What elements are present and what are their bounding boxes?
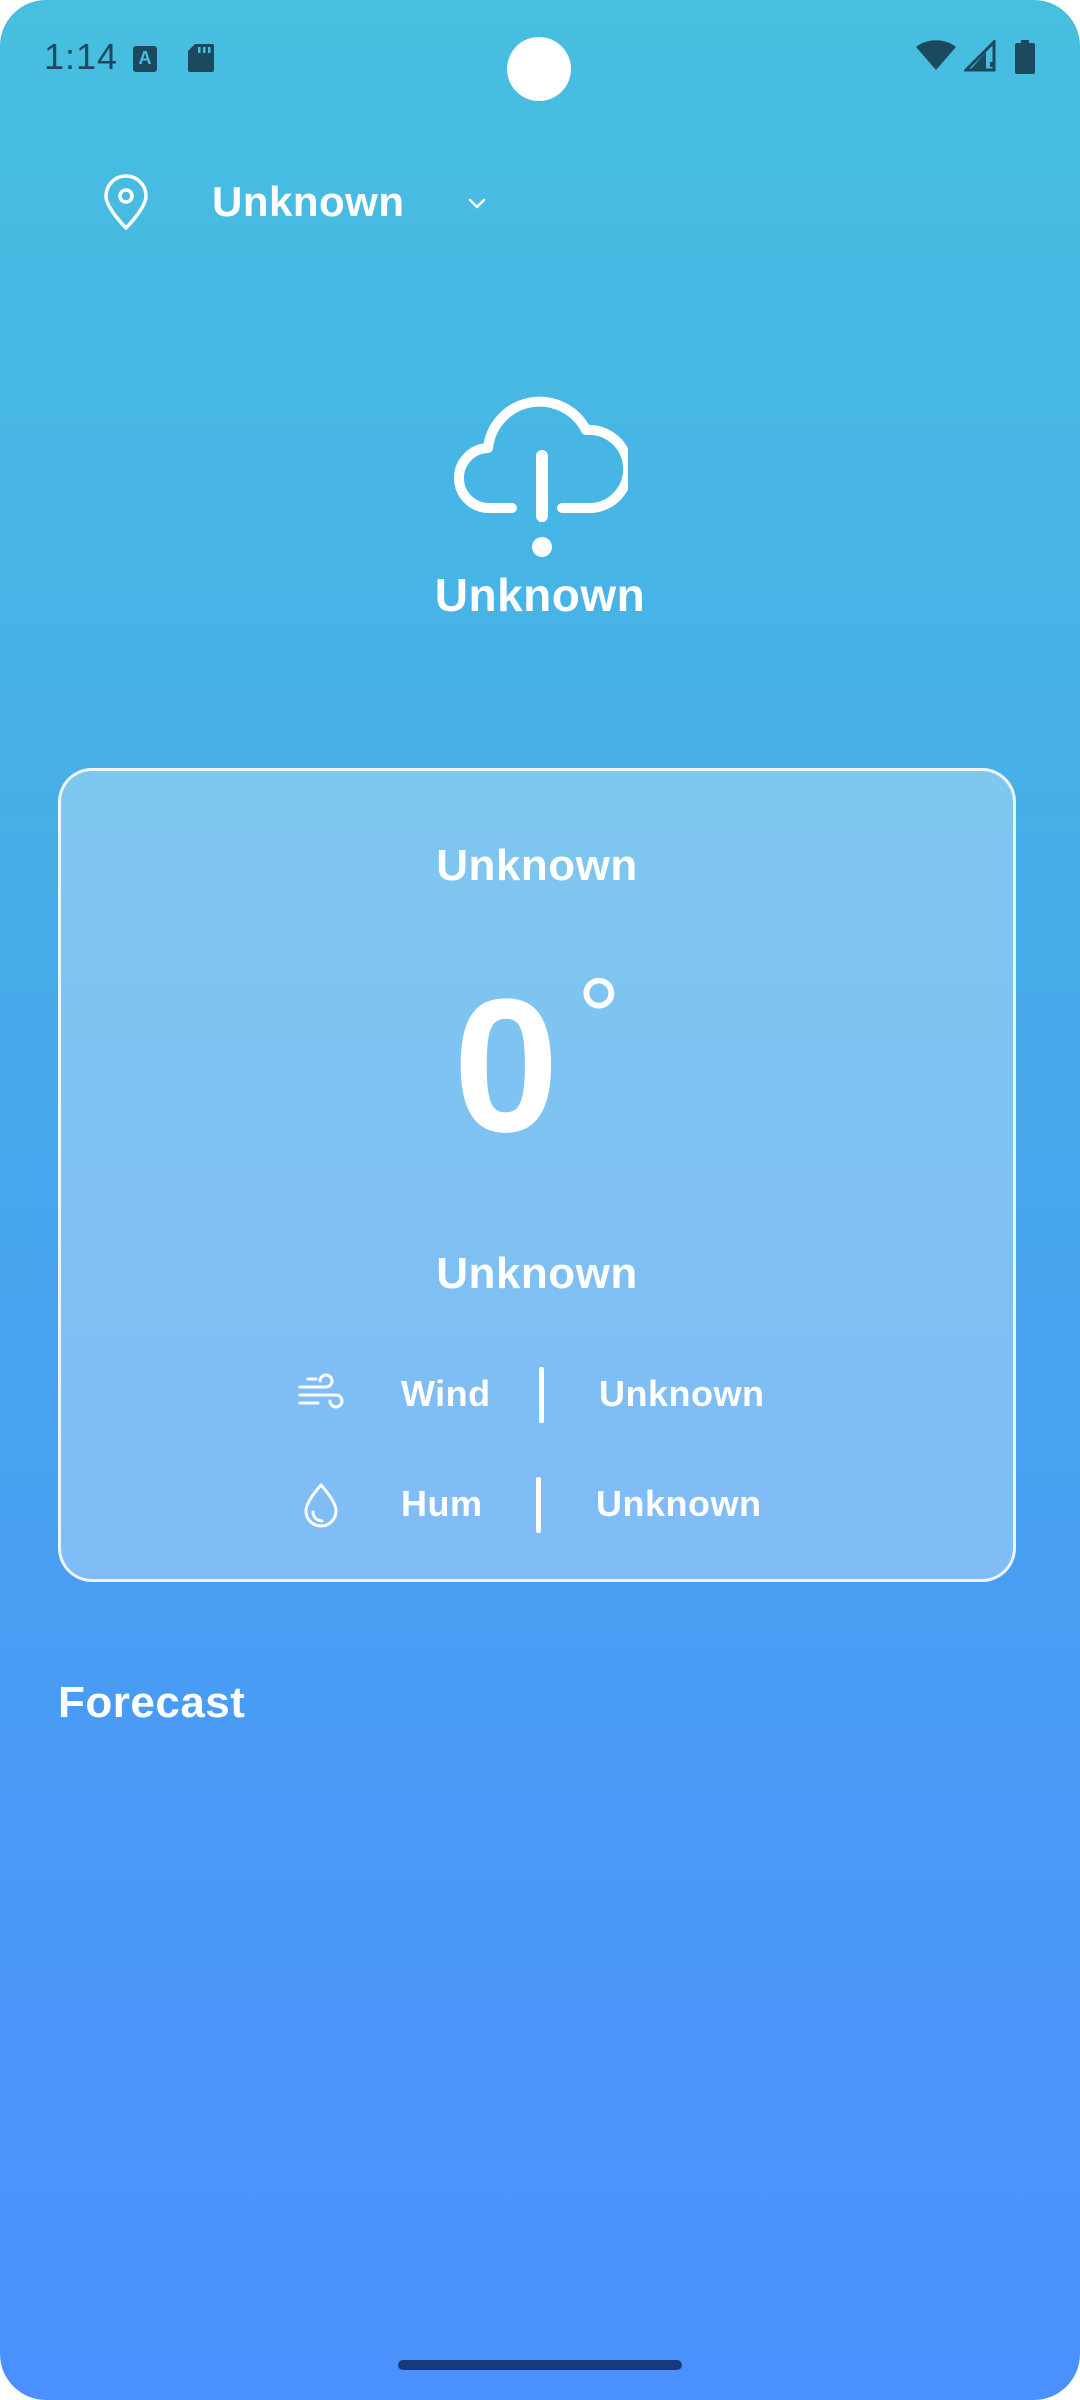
weather-card: Unknown 0 ° Unknown Wind Unknown Hum Unk… bbox=[58, 768, 1016, 1582]
humidity-row: Hum Unknown bbox=[61, 1477, 1013, 1533]
forecast-title: Forecast bbox=[58, 1678, 246, 1727]
chevron-down-icon[interactable] bbox=[466, 192, 488, 214]
wind-label: Wind bbox=[401, 1373, 491, 1414]
wind-value: Unknown bbox=[599, 1373, 765, 1414]
sd-card-icon bbox=[188, 44, 214, 72]
temperature-display: 0 ° bbox=[61, 960, 1013, 1172]
wind-row: Wind Unknown bbox=[61, 1367, 1013, 1423]
weather-screen: 1:14 A Unknown Unknown Unknown 0 ° Unkno… bbox=[0, 0, 1080, 2400]
signal-icon bbox=[964, 40, 996, 72]
humidity-label: Hum bbox=[401, 1483, 483, 1524]
wifi-icon bbox=[916, 40, 956, 70]
status-time: 1:14 bbox=[44, 36, 119, 77]
keyboard-badge-icon: A bbox=[133, 46, 157, 72]
condition-label: Unknown bbox=[434, 569, 646, 621]
cloud-alert-icon bbox=[454, 396, 628, 557]
map-pin-icon bbox=[104, 174, 148, 230]
droplet-icon bbox=[304, 1483, 338, 1528]
location-selector[interactable]: Unknown bbox=[100, 170, 520, 236]
card-description-label: Unknown bbox=[436, 1249, 638, 1298]
metric-divider bbox=[536, 1477, 541, 1533]
temperature-value: 0 bbox=[453, 960, 559, 1172]
wind-icon bbox=[298, 1373, 344, 1409]
metric-divider bbox=[539, 1367, 544, 1423]
temperature-unit: ° bbox=[576, 956, 621, 1079]
card-date-label: Unknown bbox=[436, 841, 638, 890]
battery-icon bbox=[1015, 40, 1035, 74]
status-bar: 1:14 A bbox=[0, 0, 1080, 120]
location-name: Unknown bbox=[212, 178, 405, 225]
gesture-nav-handle[interactable] bbox=[398, 2360, 682, 2370]
humidity-value: Unknown bbox=[596, 1483, 762, 1524]
camera-cutout bbox=[507, 37, 571, 101]
